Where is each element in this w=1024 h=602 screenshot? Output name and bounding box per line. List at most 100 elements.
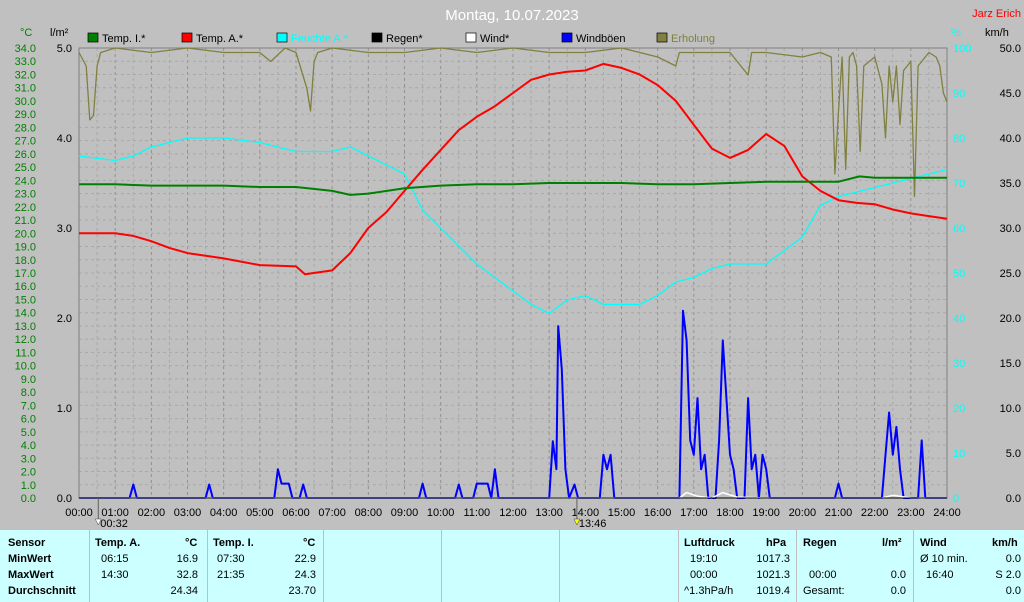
temp-a-min: 16.9 (176, 553, 198, 565)
row-label-avg: Durchschnitt (8, 585, 76, 597)
temp-i-min-time: 07:30 (217, 553, 245, 565)
event-marker-label: 13:46 (579, 518, 607, 530)
speed-axis-tick-label: 15.0 (1000, 358, 1021, 370)
legend-label: Regen* (386, 33, 423, 45)
rain-total-label: Gesamt: (803, 585, 845, 597)
legend-label: Erholung (671, 33, 715, 45)
temp-axis-tick-label: 23.0 (15, 189, 36, 201)
x-axis-tick-label: 11:00 (463, 507, 490, 519)
row-label-max: MaxWert (8, 569, 54, 581)
legend-swatch (371, 32, 383, 43)
legend-swatch (87, 32, 99, 43)
speed-axis-tick-label: 50.0 (1000, 43, 1021, 55)
rain-max: 0.0 (890, 569, 906, 581)
legend-label: Wind* (480, 33, 510, 45)
pressure-max: 1021.3 (756, 569, 790, 581)
legend-swatch (181, 32, 193, 43)
temp-axis-tick-label: 32.0 (15, 69, 36, 81)
temp-axis-tick-label: 12.0 (15, 334, 36, 346)
humidity-axis-tick-label: 10 (953, 448, 965, 460)
left-unit-temp: °C (20, 27, 32, 39)
temp-i-avg: 23.70 (288, 585, 316, 597)
rain-axis-tick-label: 5.0 (57, 43, 72, 55)
temp-axis-tick-label: 33.0 (15, 56, 36, 68)
temp-axis-tick-label: 17.0 (15, 268, 36, 280)
x-axis-tick-label: 15:00 (608, 507, 636, 519)
x-axis-tick-label: 10:00 (427, 507, 455, 519)
temp-i-min: 22.9 (294, 553, 316, 565)
x-axis-tick-label: 05:00 (246, 507, 274, 519)
chart-legend: Temp. I.* Temp. A.* Feuchte A.* Regen* Wind*… (87, 32, 715, 45)
temp-a-unit: °C (185, 537, 198, 549)
temp-axis-tick-label: 26.0 (15, 149, 36, 161)
temp-axis-tick-label: 15.0 (15, 294, 36, 306)
temp-a-title: Temp. A. (95, 537, 141, 549)
temp-axis-tick-label: 29.0 (15, 109, 36, 121)
temp-axis-tick-label: 27.0 (15, 136, 36, 148)
x-axis-tick-label: 08:00 (355, 507, 383, 519)
temp-axis-tick-label: 14.0 (15, 308, 36, 320)
temp-axis-tick-label: 0.0 (21, 493, 36, 505)
x-axis-tick-label: 02:00 (138, 507, 166, 519)
rain-axis-tick-label: 4.0 (57, 133, 72, 145)
temp-axis-tick-label: 1.0 (21, 480, 36, 492)
rain-total: 0.0 (890, 585, 906, 597)
humidity-axis-tick-label: 30 (953, 358, 965, 370)
x-axis-tick-label: 18:00 (716, 507, 744, 519)
temp-i-title: Temp. I. (213, 537, 254, 549)
event-marker-label: 00:32 (100, 518, 128, 530)
row-label-min: MinWert (8, 553, 52, 565)
temp-axis-tick-label: 25.0 (15, 162, 36, 174)
wind-gust-time: 16:40 (926, 569, 954, 581)
pressure-max-time: 00:00 (690, 569, 718, 581)
temp-axis-tick-label: 24.0 (15, 175, 36, 187)
wind-gust: S 2.0 (995, 569, 1021, 581)
speed-axis-tick-label: 10.0 (1000, 403, 1021, 415)
temp-axis-tick-label: 30.0 (15, 96, 36, 108)
x-axis-tick-label: 03:00 (174, 507, 202, 519)
chart-title: Montag, 10.07.2023 (445, 7, 578, 24)
temp-axis-tick-label: 16.0 (15, 281, 36, 293)
temp-axis-tick-label: 11.0 (15, 347, 36, 359)
temp-axis-tick-label: 3.0 (21, 453, 36, 465)
pressure-min-time: 19:10 (690, 553, 718, 565)
temp-axis-tick-label: 7.0 (21, 400, 36, 412)
x-axis-tick-label: 16:00 (644, 507, 672, 519)
legend-swatch (656, 32, 668, 43)
x-axis-tick-label: 09:00 (391, 507, 419, 519)
row-label-sensor: Sensor (8, 537, 46, 549)
table-divider (796, 530, 797, 602)
legend-swatch (276, 32, 288, 43)
legend-swatch (561, 32, 573, 43)
temp-axis-tick-label: 8.0 (21, 387, 36, 399)
temp-axis-tick-label: 5.0 (21, 427, 36, 439)
humidity-axis-tick-label: 90 (953, 88, 965, 100)
legend-label: Temp. A.* (196, 33, 244, 45)
table-divider (441, 530, 442, 602)
temp-axis-tick-label: 9.0 (21, 374, 36, 386)
x-axis-tick-label: 04:00 (210, 507, 238, 519)
humidity-axis-tick-label: 40 (953, 313, 965, 325)
wind-title: Wind (920, 537, 947, 549)
table-divider (913, 530, 914, 602)
table-divider (207, 530, 208, 602)
rain-axis-tick-label: 1.0 (57, 403, 72, 415)
pressure-title: Luftdruck (684, 537, 735, 549)
temp-i-max: 24.3 (294, 569, 316, 581)
x-axis-tick-label: 20:00 (789, 507, 817, 519)
x-axis-tick-label: 12:00 (499, 507, 527, 519)
wind-avg10-label: Ø 10 min. (920, 553, 968, 565)
legend-label: Windböen (576, 33, 626, 45)
rain-axis-tick-label: 3.0 (57, 223, 72, 235)
speed-axis-tick-label: 5.0 (1006, 448, 1021, 460)
x-axis-tick-label: 17:00 (680, 507, 708, 519)
humidity-axis-tick-label: 70 (953, 178, 965, 190)
temp-axis-tick-label: 2.0 (21, 467, 36, 479)
speed-axis-tick-label: 0.0 (1006, 493, 1021, 505)
speed-axis-tick-label: 30.0 (1000, 223, 1021, 235)
rain-axis-tick-label: 0.0 (57, 493, 72, 505)
temp-axis-tick-label: 19.0 (15, 242, 36, 254)
pressure-min: 1017.3 (756, 553, 790, 565)
x-axis-tick-label: 13:00 (535, 507, 563, 519)
temp-i-unit: °C (303, 537, 316, 549)
